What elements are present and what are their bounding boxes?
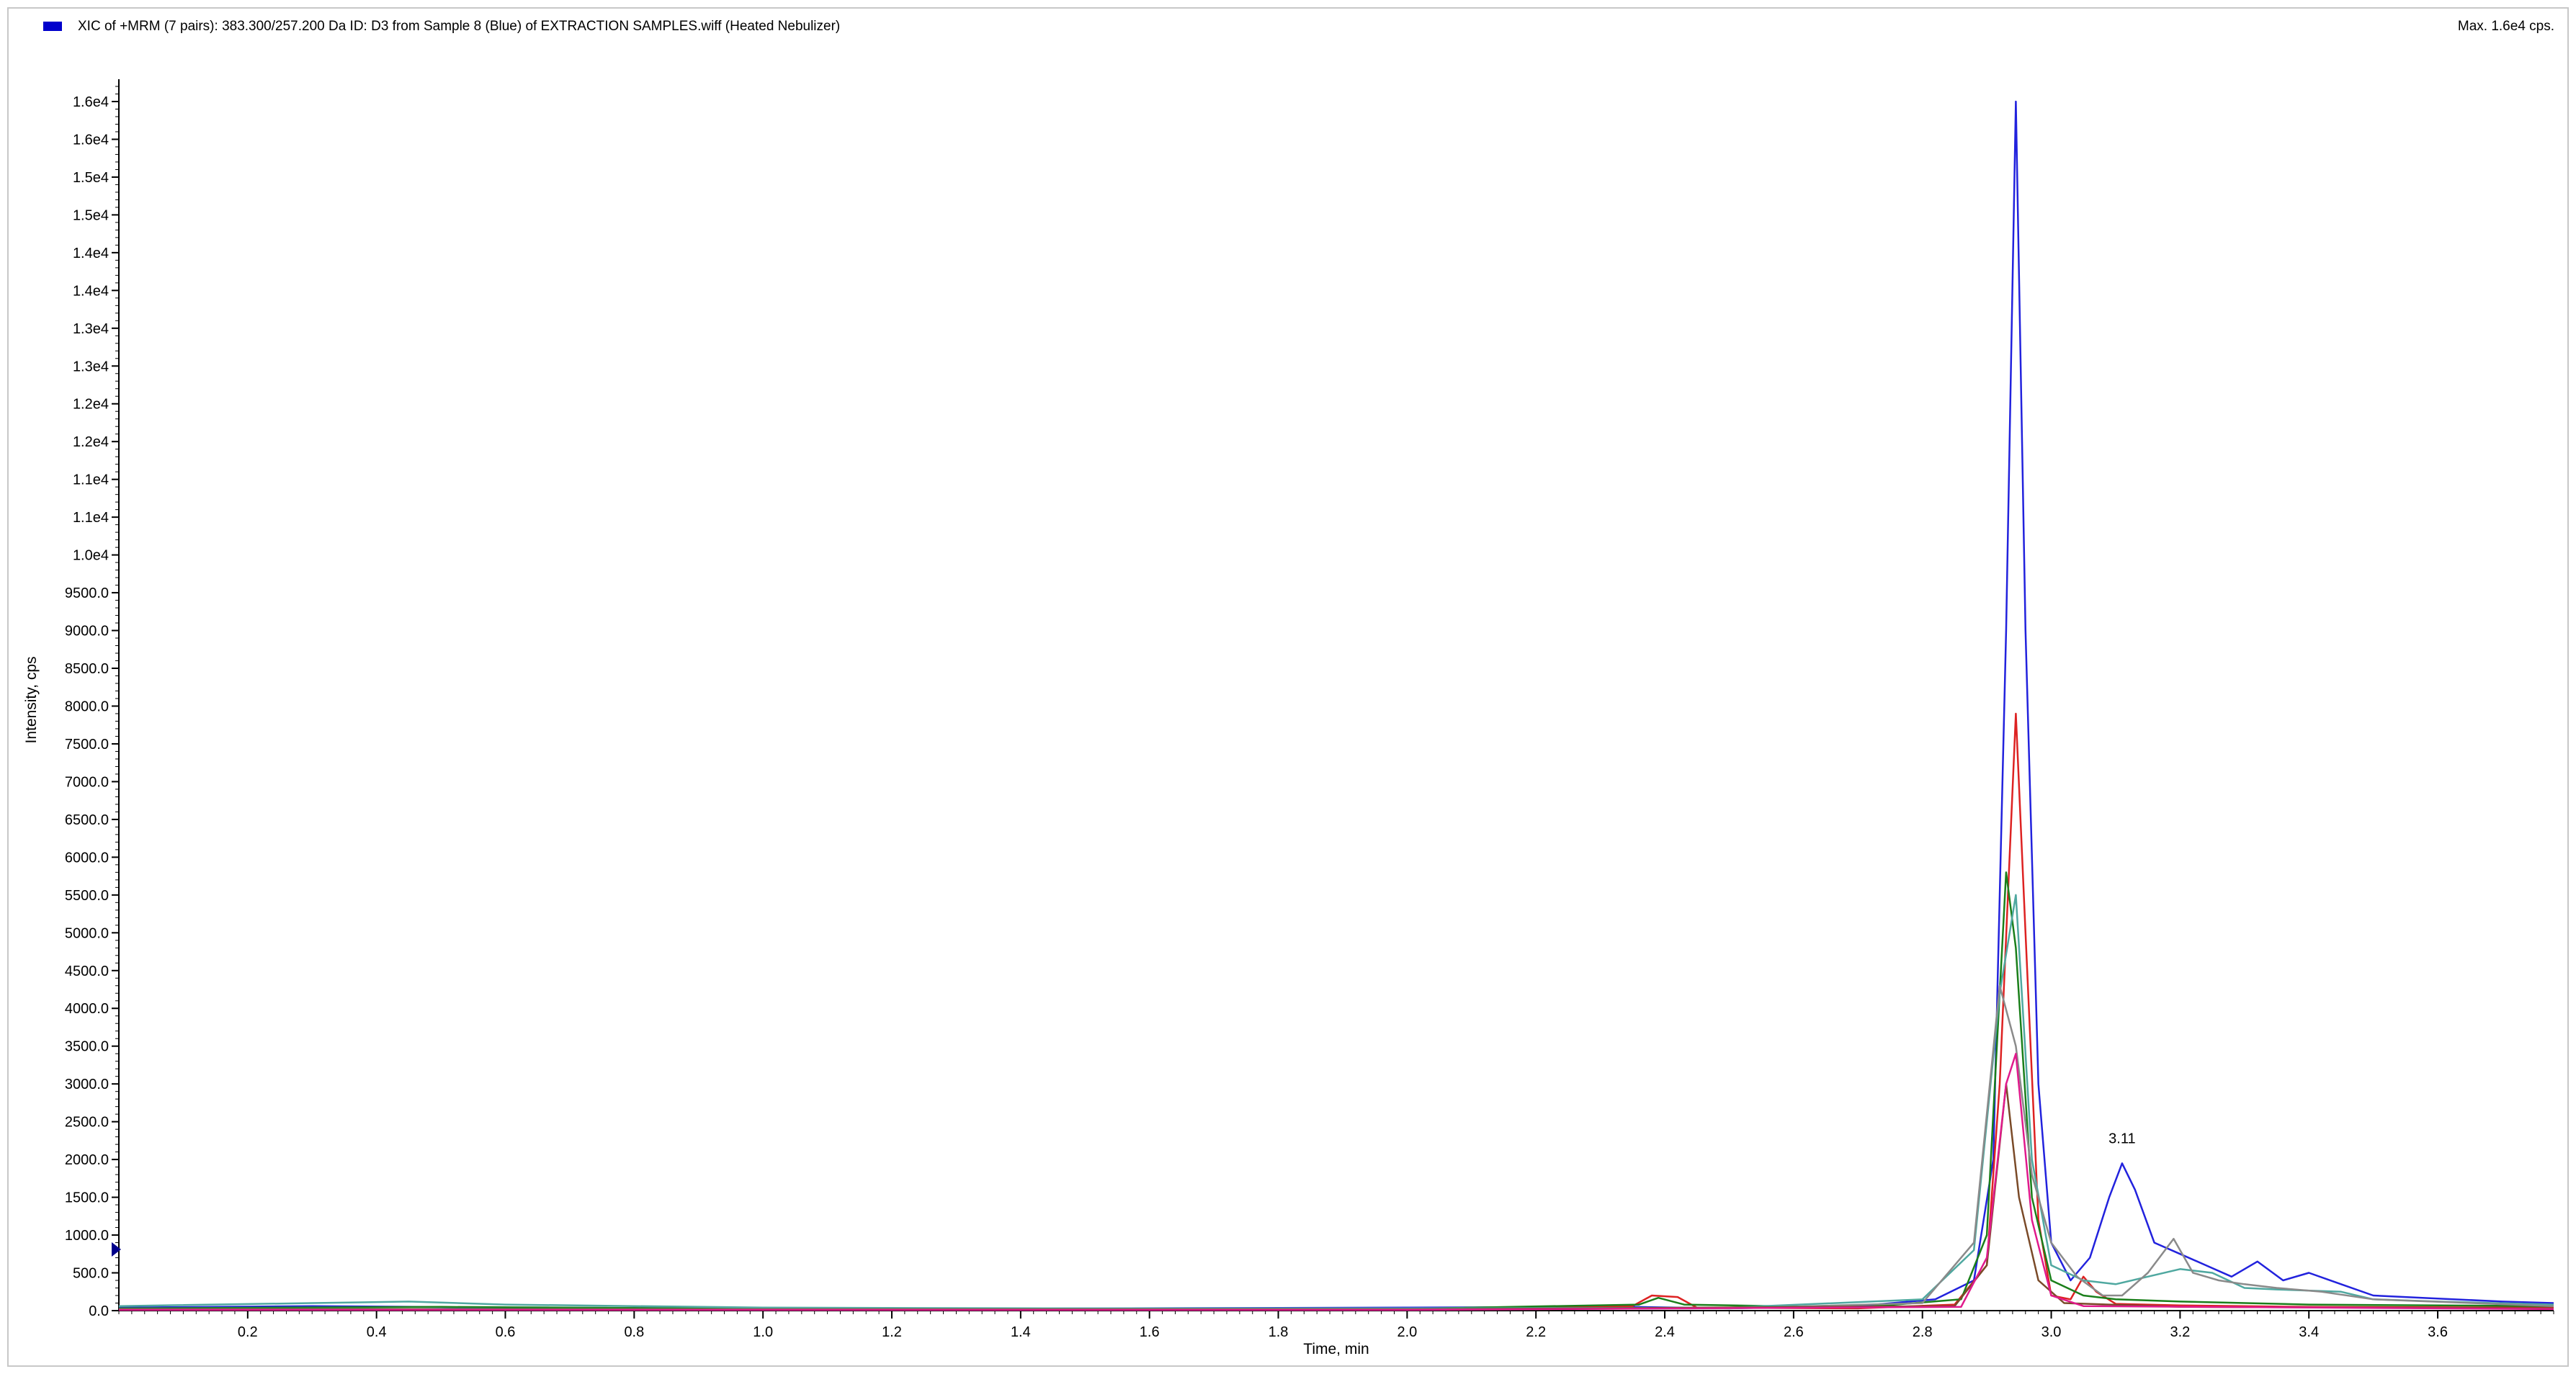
x-tick-label: 0.2 <box>238 1324 258 1340</box>
y-tick-label: 4000.0 <box>65 1001 109 1017</box>
series-line-4 <box>118 894 2554 1310</box>
chromatogram-plot[interactable]: 0.0 500.0 1000.0 1500.0 2000.0 2500.0 3000.0 35… <box>0 0 2576 1374</box>
axes <box>112 79 2554 1319</box>
series-line-6 <box>119 1082 2554 1311</box>
y-tick-label: 1000.0 <box>65 1228 109 1244</box>
y-tick-label: 1.4e4 <box>73 283 109 299</box>
y-tick-label: 1.6e4 <box>73 94 109 110</box>
y-axis-title: Intensity, cps <box>23 657 40 744</box>
y-tick-label: 5000.0 <box>65 925 109 941</box>
x-tick-label: 0.4 <box>367 1324 387 1340</box>
x-tick-label: 3.0 <box>2041 1324 2062 1340</box>
y-tick-label: 9500.0 <box>65 585 109 601</box>
x-tick-label: 1.6 <box>1140 1324 1160 1340</box>
y-tick-label: 1500.0 <box>65 1190 109 1206</box>
y-tick-label: 1.2e4 <box>73 434 109 450</box>
axis-marker-icon[interactable] <box>112 1242 121 1257</box>
y-tick-label: 1.0e4 <box>73 548 109 564</box>
series-line-5 <box>119 984 2554 1311</box>
x-tick-label: 2.0 <box>1397 1324 1417 1340</box>
series-line-3 <box>118 871 2554 1310</box>
x-tick-label: 2.8 <box>1913 1324 1933 1340</box>
x-tick-label: 1.8 <box>1269 1324 1289 1340</box>
y-tick-label: 1.5e4 <box>73 207 109 223</box>
y-tick-label: 8500.0 <box>65 661 109 677</box>
y-tick-label: 3500.0 <box>65 1039 109 1055</box>
series-line-2 <box>118 712 2554 1311</box>
x-tick-label: 1.0 <box>753 1324 773 1340</box>
x-tick-label: 2.4 <box>1655 1324 1675 1340</box>
series-line-1 <box>118 100 2554 1310</box>
y-tick-label: 2500.0 <box>65 1115 109 1131</box>
y-tick-label: 500.0 <box>73 1266 109 1282</box>
y-tick-label: 1.3e4 <box>73 359 109 374</box>
traces <box>118 100 2554 1311</box>
y-tick-label: 0.0 <box>89 1303 109 1319</box>
x-tick-label: 1.2 <box>882 1324 902 1340</box>
peak-annotation: 3.11 <box>2108 1131 2135 1147</box>
y-tick-label: 3000.0 <box>65 1077 109 1092</box>
y-tick-label: 1.3e4 <box>73 321 109 337</box>
x-tick-label: 0.8 <box>624 1324 644 1340</box>
y-tick-label: 1.1e4 <box>73 472 109 488</box>
tick-labels: 0.0 500.0 1000.0 1500.0 2000.0 2500.0 3000.0 35… <box>65 94 2448 1340</box>
y-tick-label: 6000.0 <box>65 850 109 866</box>
x-tick-label: 3.6 <box>2428 1324 2448 1340</box>
x-tick-label: 2.2 <box>1526 1324 1546 1340</box>
series-line-7 <box>119 1052 2554 1311</box>
x-tick-label: 1.4 <box>1011 1324 1031 1340</box>
y-tick-label: 5500.0 <box>65 888 109 904</box>
y-tick-label: 8000.0 <box>65 699 109 714</box>
x-tick-label: 0.6 <box>496 1324 516 1340</box>
y-tick-label: 6500.0 <box>65 812 109 828</box>
y-tick-label: 7000.0 <box>65 774 109 790</box>
x-tick-label: 2.6 <box>1784 1324 1804 1340</box>
y-tick-label: 2000.0 <box>65 1152 109 1168</box>
x-tick-label: 3.4 <box>2299 1324 2319 1340</box>
x-axis-title: Time, min <box>1303 1341 1369 1357</box>
y-tick-label: 7500.0 <box>65 737 109 753</box>
y-tick-label: 9000.0 <box>65 624 109 639</box>
y-tick-label: 1.6e4 <box>73 132 109 148</box>
y-tick-label: 1.5e4 <box>73 170 109 186</box>
y-tick-label: 4500.0 <box>65 964 109 979</box>
y-tick-label: 1.4e4 <box>73 246 109 261</box>
y-tick-label: 1.1e4 <box>73 510 109 526</box>
x-tick-label: 3.2 <box>2170 1324 2190 1340</box>
y-tick-label: 1.2e4 <box>73 397 109 413</box>
